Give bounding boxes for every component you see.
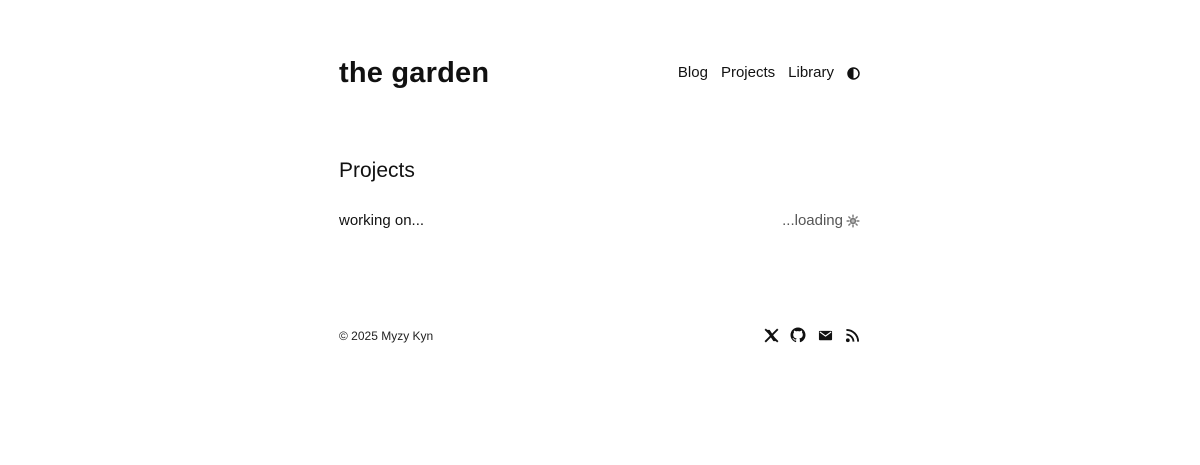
theme-toggle-button[interactable] — [847, 66, 860, 80]
page: the garden Blog Projects Library Project… — [0, 0, 1200, 465]
nav-item-blog[interactable]: Blog — [678, 62, 708, 84]
mail-icon — [818, 330, 832, 340]
contrast-icon — [847, 66, 860, 80]
rss-link[interactable] — [844, 327, 860, 343]
project-status-label: working on... — [339, 212, 425, 229]
github-link[interactable] — [790, 327, 806, 343]
main-nav: Blog Projects Library — [678, 62, 860, 84]
social-links — [752, 327, 860, 343]
nav-item-projects[interactable]: Projects — [721, 62, 775, 84]
nav-item-library[interactable]: Library — [788, 62, 834, 84]
page-title: Projects — [339, 159, 415, 182]
loading-indicator: ...loading — [782, 211, 860, 231]
project-row: working on... ...loading — [339, 211, 860, 231]
site-title[interactable]: the garden — [339, 54, 489, 92]
copyright-text: © 2025 Myzy Kyn — [339, 329, 434, 343]
spinner-icon — [846, 214, 860, 228]
loading-text: ...loading — [782, 212, 843, 229]
mail-link[interactable] — [817, 327, 833, 343]
site-footer: © 2025 Myzy Kyn — [339, 326, 860, 346]
github-icon — [790, 327, 806, 343]
rss-icon — [845, 328, 859, 342]
site-header: the garden Blog Projects Library — [339, 54, 860, 94]
x-icon — [764, 328, 778, 342]
x-link[interactable] — [763, 327, 779, 343]
